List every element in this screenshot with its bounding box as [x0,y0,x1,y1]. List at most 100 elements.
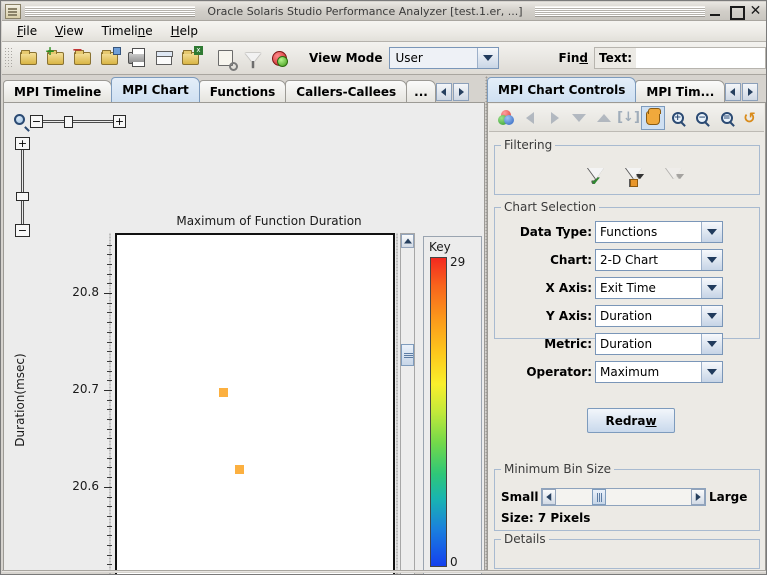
x-axis-select[interactable]: Exit Time [595,277,723,299]
pan-hand-icon[interactable] [641,105,665,130]
data-point[interactable] [234,465,244,475]
tab-mpi-timeline-controls[interactable]: MPI Tim... [635,80,726,102]
right-tab-scroll-right-button[interactable] [742,83,759,101]
field-y-axis: Y Axis: Duration [497,305,723,327]
maximize-button[interactable] [729,5,745,20]
vertical-scroll-thumb[interactable] [401,344,414,366]
left-tab-nav [435,82,469,102]
data-point[interactable] [219,387,229,397]
apply-filter-icon[interactable]: ✔ [583,162,609,188]
hzoom-in-button[interactable]: + [113,115,126,128]
export-icon[interactable]: x [178,45,203,71]
stop-record-icon[interactable] [267,46,292,71]
scroll-up-button[interactable] [401,234,414,248]
y-minor-tick [107,254,112,256]
step-forward-icon[interactable] [543,106,567,130]
chart-selection-title: Chart Selection [501,200,600,214]
chevron-down-icon[interactable] [701,222,722,242]
drop-experiment-icon[interactable]: − [70,44,95,71]
tab-more[interactable]: ... [406,80,436,102]
add-experiment-icon[interactable]: + [43,45,68,71]
details-group: Details [494,532,760,569]
toolbar-drag-handle[interactable] [4,47,12,69]
hzoom-thumb[interactable] [64,116,73,128]
operator-label: Operator: [526,365,592,379]
print-icon[interactable] [124,46,149,71]
bin-increase-button[interactable] [691,489,705,505]
chart-panel: − + + − Maximum of Function Duration Dur… [3,102,485,574]
controls-panel: [↓] + − = ↺ Filtering ✔ Chart Selection … [487,102,766,573]
operator-select[interactable]: Maximum [595,361,723,383]
menu-help[interactable]: Help [162,22,207,40]
chevron-down-icon[interactable] [477,48,498,68]
align-icon[interactable]: [↓] [617,106,641,130]
right-pane: MPI Chart Controls MPI Tim... [↓] + − = … [487,76,766,573]
y-minor-tick [107,496,112,498]
collapse-icon[interactable] [568,106,592,130]
open-experiment-icon[interactable] [16,46,41,71]
tab-mpi-chart-controls[interactable]: MPI Chart Controls [487,77,637,102]
menu-timeline[interactable]: Timeline [93,22,162,40]
view-mode-label: View Mode [309,51,383,65]
reset-icon[interactable]: ↺ [740,106,764,130]
bin-decrease-button[interactable] [542,489,556,505]
y-minor-tick [107,564,112,566]
bin-slider-thumb[interactable] [592,489,606,505]
find-input[interactable] [636,47,766,69]
expand-icon[interactable] [592,106,616,130]
chevron-down-icon[interactable] [701,362,722,382]
zoom-magnifier-icon[interactable] [14,114,30,132]
zoom-fit-icon[interactable]: = [715,106,739,130]
metric-select[interactable]: Duration [595,333,723,355]
chart-vertical-scrollbar[interactable] [400,233,415,574]
field-x-axis: X Axis: Exit Time [497,277,723,299]
filter-icon[interactable] [240,46,265,71]
collect-experiment-icon[interactable] [97,46,122,71]
hzoom-out-button[interactable]: − [30,115,43,128]
zoom-in-icon[interactable]: + [666,106,690,130]
view-mode-select[interactable]: User [388,47,499,69]
tab-scroll-left-button[interactable] [435,83,452,101]
chevron-down-icon[interactable] [701,250,722,270]
clear-filter-icon[interactable] [661,162,687,184]
tab-mpi-timeline[interactable]: MPI Timeline [3,80,113,102]
tab-functions[interactable]: Functions [198,80,287,102]
bin-size-value: Size: 7 Pixels [501,511,591,525]
new-window-icon[interactable] [151,46,176,71]
chart-select[interactable]: 2-D Chart [595,249,723,271]
horizontal-zoom-slider[interactable]: − + [30,115,126,129]
chevron-down-icon[interactable] [701,278,722,298]
filter-selection-icon[interactable] [621,162,647,187]
tab-callers-callees[interactable]: Callers-Callees [285,80,408,102]
details-title: Details [501,532,549,546]
data-type-label: Data Type: [519,225,592,239]
vzoom-thumb[interactable] [16,192,29,201]
close-button[interactable]: ✕ [749,4,762,18]
vzoom-in-button[interactable]: + [15,137,30,150]
vertical-zoom-slider[interactable]: + − [15,137,30,237]
plot-area[interactable] [115,233,395,574]
step-back-icon[interactable] [519,106,543,130]
y-minor-tick [107,506,112,508]
redraw-button[interactable]: Redra w [587,408,675,433]
menu-file[interactable]: File [8,22,46,40]
y-axis-select[interactable]: Duration [595,305,723,327]
data-type-select[interactable]: Functions [595,221,723,243]
settings-icon[interactable] [213,46,238,71]
chart-value: 2-D Chart [596,250,701,270]
tab-scroll-right-button[interactable] [452,83,469,101]
chevron-down-icon[interactable] [701,306,722,326]
minimize-button[interactable] [709,5,722,18]
right-tab-scroll-left-button[interactable] [725,83,742,101]
menu-view[interactable]: View [46,22,92,40]
min-bin-size-title: Minimum Bin Size [501,462,615,476]
zoom-out-icon[interactable]: − [690,106,714,130]
chevron-down-icon[interactable] [701,334,722,354]
bin-size-slider[interactable] [541,488,706,506]
y-minor-tick [107,360,112,362]
chart-canvas-area: − + + − Maximum of Function Duration Dur… [4,103,484,574]
color-legend-icon[interactable] [494,106,518,130]
tab-mpi-chart[interactable]: MPI Chart [111,77,200,102]
vzoom-out-button[interactable]: − [15,224,30,237]
y-minor-tick [107,477,112,479]
